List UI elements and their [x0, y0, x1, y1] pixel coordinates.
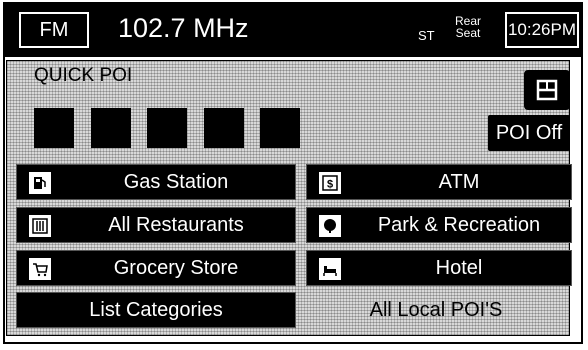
- dollar-sign-icon: $: [319, 172, 341, 194]
- band-label: FM: [39, 18, 69, 41]
- all-local-poi-label: All Local POI'S: [369, 298, 503, 321]
- poi-display-icon: [536, 79, 558, 101]
- bed-icon: [319, 258, 341, 280]
- category-all-restaurants-button[interactable]: All Restaurants: [16, 207, 296, 243]
- status-bar: FM 102.7 MHz ST Rear Seat 10:26PM: [5, 4, 581, 57]
- category-hotel-button[interactable]: Hotel: [306, 250, 572, 286]
- poi-display-button[interactable]: [524, 70, 570, 110]
- fork-knife-icon: [29, 215, 51, 237]
- stereo-indicator: ST: [418, 28, 435, 43]
- svg-text:$: $: [327, 179, 333, 191]
- rear-seat-line2: Seat: [455, 26, 481, 40]
- tree-icon: [319, 215, 341, 237]
- list-categories-button[interactable]: List Categories: [16, 292, 296, 328]
- quick-poi-slot-5[interactable]: [260, 108, 300, 148]
- gas-pump-icon: [29, 172, 51, 194]
- category-label: Hotel: [435, 256, 483, 279]
- list-categories-label: List Categories: [89, 298, 223, 321]
- page-title: QUICK POI: [34, 65, 133, 86]
- shopping-cart-icon: [29, 258, 51, 280]
- clock-button[interactable]: 10:26PM: [505, 12, 579, 48]
- poi-off-button[interactable]: POI Off: [488, 115, 570, 151]
- frequency-display: 102.7 MHz: [118, 13, 249, 43]
- category-label: Park & Recreation: [377, 213, 541, 236]
- category-grocery-store-button[interactable]: Grocery Store: [16, 250, 296, 286]
- quick-poi-slot-3[interactable]: [147, 108, 187, 148]
- quick-poi-slot-1[interactable]: [34, 108, 74, 148]
- clock-label: 10:26PM: [507, 20, 577, 39]
- quick-poi-slot-2[interactable]: [91, 108, 131, 148]
- category-gas-station-button[interactable]: Gas Station: [16, 164, 296, 200]
- category-atm-button[interactable]: $ ATM: [306, 164, 572, 200]
- all-local-poi-button[interactable]: All Local POI'S: [302, 292, 570, 328]
- band-button[interactable]: FM: [19, 12, 89, 48]
- category-label: All Restaurants: [108, 213, 244, 236]
- poi-off-label: POI Off: [495, 121, 563, 144]
- category-label: Grocery Store: [113, 256, 239, 279]
- rear-seat-indicator: Rear Seat: [455, 15, 481, 39]
- category-label: Gas Station: [123, 170, 229, 193]
- quick-poi-slot-4[interactable]: [204, 108, 244, 148]
- category-label: ATM: [438, 170, 480, 193]
- category-park-recreation-button[interactable]: Park & Recreation: [306, 207, 572, 243]
